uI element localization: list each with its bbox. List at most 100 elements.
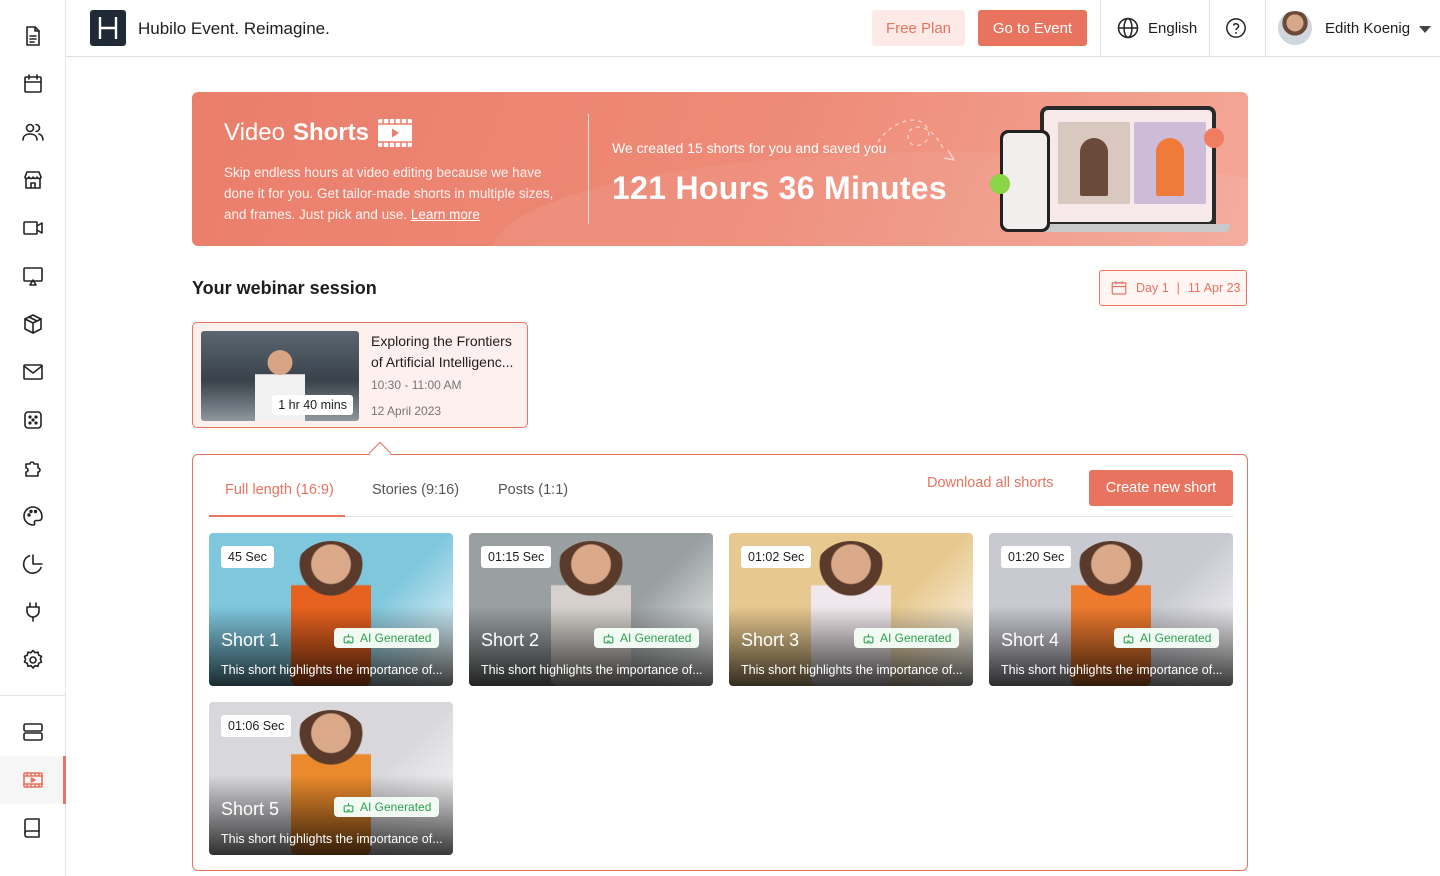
short-card[interactable]: 01:20 Sec Short 4 AI Generated This short h… (989, 533, 1233, 686)
short-card[interactable]: 01:06 Sec Short 5 AI Generated This short h… (209, 702, 453, 855)
mail-icon[interactable] (0, 348, 66, 396)
active-tab-indicator (209, 515, 345, 517)
ai-generated-label: AI Generated (1140, 631, 1212, 645)
dice-icon[interactable] (0, 396, 66, 444)
ai-generated-label: AI Generated (880, 631, 952, 645)
app-title: Hubilo Event. Reimagine. (138, 19, 330, 38)
banner-description-text: Skip endless hours at video editing beca… (224, 165, 554, 222)
ai-generated-badge: AI Generated (854, 628, 960, 648)
box-icon[interactable] (0, 300, 66, 348)
session-time: 10:30 - 11:00 AM (371, 378, 462, 392)
ai-generated-label: AI Generated (620, 631, 692, 645)
sidebar-divider (0, 695, 66, 696)
ai-generated-badge: AI Generated (334, 797, 440, 817)
learn-more-link[interactable]: Learn more (411, 207, 480, 222)
video-shorts-banner: Video Shorts Skip endless hours at video… (192, 92, 1248, 246)
speaker-figure (1080, 138, 1108, 196)
document-icon[interactable] (0, 12, 66, 60)
video-shorts-icon[interactable] (0, 756, 66, 804)
screen-share-icon[interactable] (0, 252, 66, 300)
heart-dot (1204, 128, 1224, 148)
short-description: This short highlights the importance of.… (1001, 663, 1223, 677)
section-title: Your webinar session (192, 278, 377, 298)
globe-icon (1117, 17, 1139, 39)
robot-icon (343, 633, 354, 643)
shorts-panel: Full length (16:9) Stories (9:16) Posts … (192, 454, 1248, 871)
short-description: This short highlights the importance of.… (221, 663, 443, 677)
ai-generated-label: AI Generated (360, 800, 432, 814)
banner-divider (588, 114, 589, 224)
tab-stories[interactable]: Stories (9:16) (372, 482, 459, 498)
language-selector[interactable]: English (1116, 16, 1197, 40)
user-avatar[interactable] (1278, 11, 1312, 45)
short-card[interactable]: 45 Sec Short 1 AI Generated This short high… (209, 533, 453, 686)
palette-icon[interactable] (0, 492, 66, 540)
duration-badge: 1 hr 40 mins (272, 395, 353, 415)
saved-time-label: We created 15 shorts for you and saved y… (612, 140, 887, 156)
video-camera-icon[interactable] (0, 204, 66, 252)
download-all-shorts-link[interactable]: Download all shorts (927, 475, 1054, 491)
free-plan-button[interactable]: Free Plan (872, 10, 965, 46)
robot-icon (603, 633, 614, 643)
header-divider (1265, 0, 1266, 57)
day-label: Day 1 (1136, 281, 1169, 295)
puzzle-icon[interactable] (0, 444, 66, 492)
film-play-icon (377, 119, 412, 147)
ai-generated-badge: AI Generated (334, 628, 440, 648)
short-duration-badge: 01:06 Sec (221, 715, 292, 737)
top-header: Hubilo Event. Reimagine. Free Plan Go to… (66, 0, 1440, 57)
laptop-illustration (1040, 106, 1216, 226)
banner-title-regular: Video (224, 119, 285, 146)
hubilo-logo-mark (98, 17, 118, 39)
settings-gear-icon[interactable] (0, 636, 66, 684)
tab-full-length[interactable]: Full length (16:9) (225, 482, 334, 498)
header-divider (1100, 0, 1101, 57)
short-duration-badge: 01:15 Sec (481, 546, 552, 568)
date-selector[interactable]: Day 1 | 11 Apr 23 (1099, 270, 1247, 306)
short-title: Short 4 (1001, 630, 1060, 650)
sidebar (0, 0, 66, 876)
pie-chart-icon[interactable] (0, 540, 66, 588)
user-name[interactable]: Edith Koenig (1325, 20, 1410, 37)
ai-generated-badge: AI Generated (594, 628, 700, 648)
date-label: 11 Apr 23 (1187, 281, 1241, 295)
short-title: Short 3 (741, 630, 800, 650)
dashed-arrow-decoration (877, 119, 956, 161)
banner-title: Video Shorts (224, 118, 413, 148)
book-icon[interactable] (0, 804, 66, 852)
calendar-icon[interactable] (0, 60, 66, 108)
plug-icon[interactable] (0, 588, 66, 636)
server-icon[interactable] (0, 708, 66, 756)
laptop-base (1028, 224, 1230, 232)
banner-description: Skip endless hours at video editing beca… (224, 162, 574, 225)
go-to-event-button[interactable]: Go to Event (978, 10, 1087, 46)
ai-generated-label: AI Generated (360, 631, 432, 645)
header-divider (1209, 0, 1210, 57)
short-description: This short highlights the importance of.… (741, 663, 963, 677)
ai-generated-badge: AI Generated (1114, 628, 1220, 648)
chevron-down-icon[interactable] (1419, 26, 1431, 33)
people-icon[interactable] (0, 108, 66, 156)
help-icon[interactable] (1225, 17, 1247, 44)
speaker-figure (1156, 138, 1184, 196)
create-new-short-button[interactable]: Create new short (1089, 470, 1233, 506)
short-card[interactable]: 01:02 Sec Short 3 AI Generated This short h… (729, 533, 973, 686)
store-icon[interactable] (0, 156, 66, 204)
laptop-screen (1044, 110, 1212, 222)
tab-posts[interactable]: Posts (1:1) (498, 482, 568, 498)
robot-icon (343, 802, 354, 812)
short-title: Short 2 (481, 630, 540, 650)
short-title: Short 1 (221, 630, 280, 650)
short-title: Short 5 (221, 799, 280, 819)
robot-icon (1123, 633, 1134, 643)
calendar-icon (1111, 281, 1127, 295)
session-card[interactable]: 1 hr 40 mins Exploring the Frontiers of … (192, 322, 528, 428)
hubilo-logo[interactable] (90, 10, 126, 46)
short-card[interactable]: 01:15 Sec Short 2 AI Generated This short h… (469, 533, 713, 686)
short-duration-badge: 45 Sec (221, 546, 274, 568)
language-label: English (1148, 19, 1198, 37)
play-dot (990, 174, 1010, 194)
short-description: This short highlights the importance of.… (221, 832, 443, 846)
date-separator: | (1176, 281, 1180, 295)
robot-icon (863, 633, 874, 643)
